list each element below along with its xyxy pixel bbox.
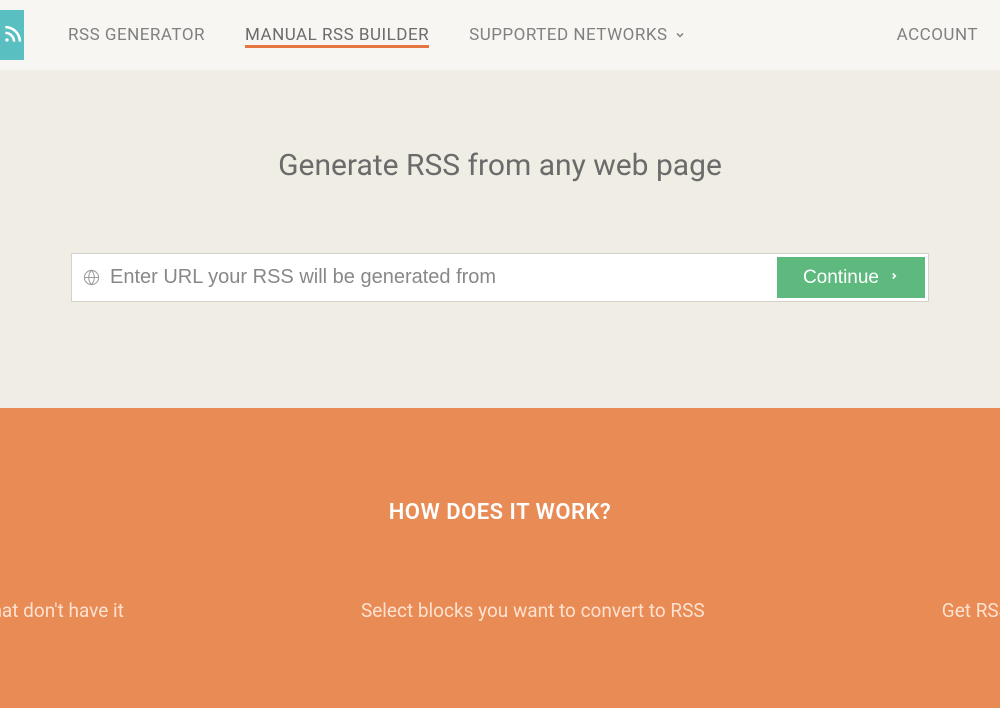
nav-manual-rss-builder[interactable]: MANUAL RSS BUILDER: [225, 0, 449, 70]
how-title: HOW DOES IT WORK?: [0, 500, 1000, 525]
nav-label: SUPPORTED NETWORKS: [469, 25, 668, 45]
hero-title: Generate RSS from any web page: [0, 148, 1000, 183]
hero-section: Generate RSS from any web page Continue: [0, 70, 1000, 302]
nav-supported-networks[interactable]: SUPPORTED NETWORKS: [449, 0, 706, 70]
steps-row: sites that don't have it Select blocks y…: [0, 599, 1000, 622]
step-2: Select blocks you want to convert to RSS: [361, 599, 705, 622]
nav-label: RSS GENERATOR: [68, 25, 205, 45]
chevron-down-icon: [674, 29, 686, 41]
nav-account[interactable]: ACCOUNT: [877, 0, 1000, 70]
continue-button[interactable]: Continue: [777, 257, 925, 298]
continue-label: Continue: [803, 267, 879, 289]
url-input[interactable]: [110, 254, 774, 301]
rss-icon: [2, 25, 22, 45]
step-1: sites that don't have it: [0, 599, 124, 622]
how-it-works-section: HOW DOES IT WORK? sites that don't have …: [0, 408, 1000, 708]
chevron-right-icon: [889, 267, 899, 289]
step-3: Get RSS: [942, 599, 1000, 622]
top-navbar: RSS GENERATOR MANUAL RSS BUILDER SUPPORT…: [0, 0, 1000, 70]
globe-icon: [72, 254, 110, 301]
nav-label: MANUAL RSS BUILDER: [245, 25, 429, 45]
nav-label: ACCOUNT: [897, 25, 978, 45]
url-bar: Continue: [71, 253, 929, 302]
logo-rss-icon[interactable]: [0, 10, 24, 60]
nav-rss-generator[interactable]: RSS GENERATOR: [48, 0, 225, 70]
